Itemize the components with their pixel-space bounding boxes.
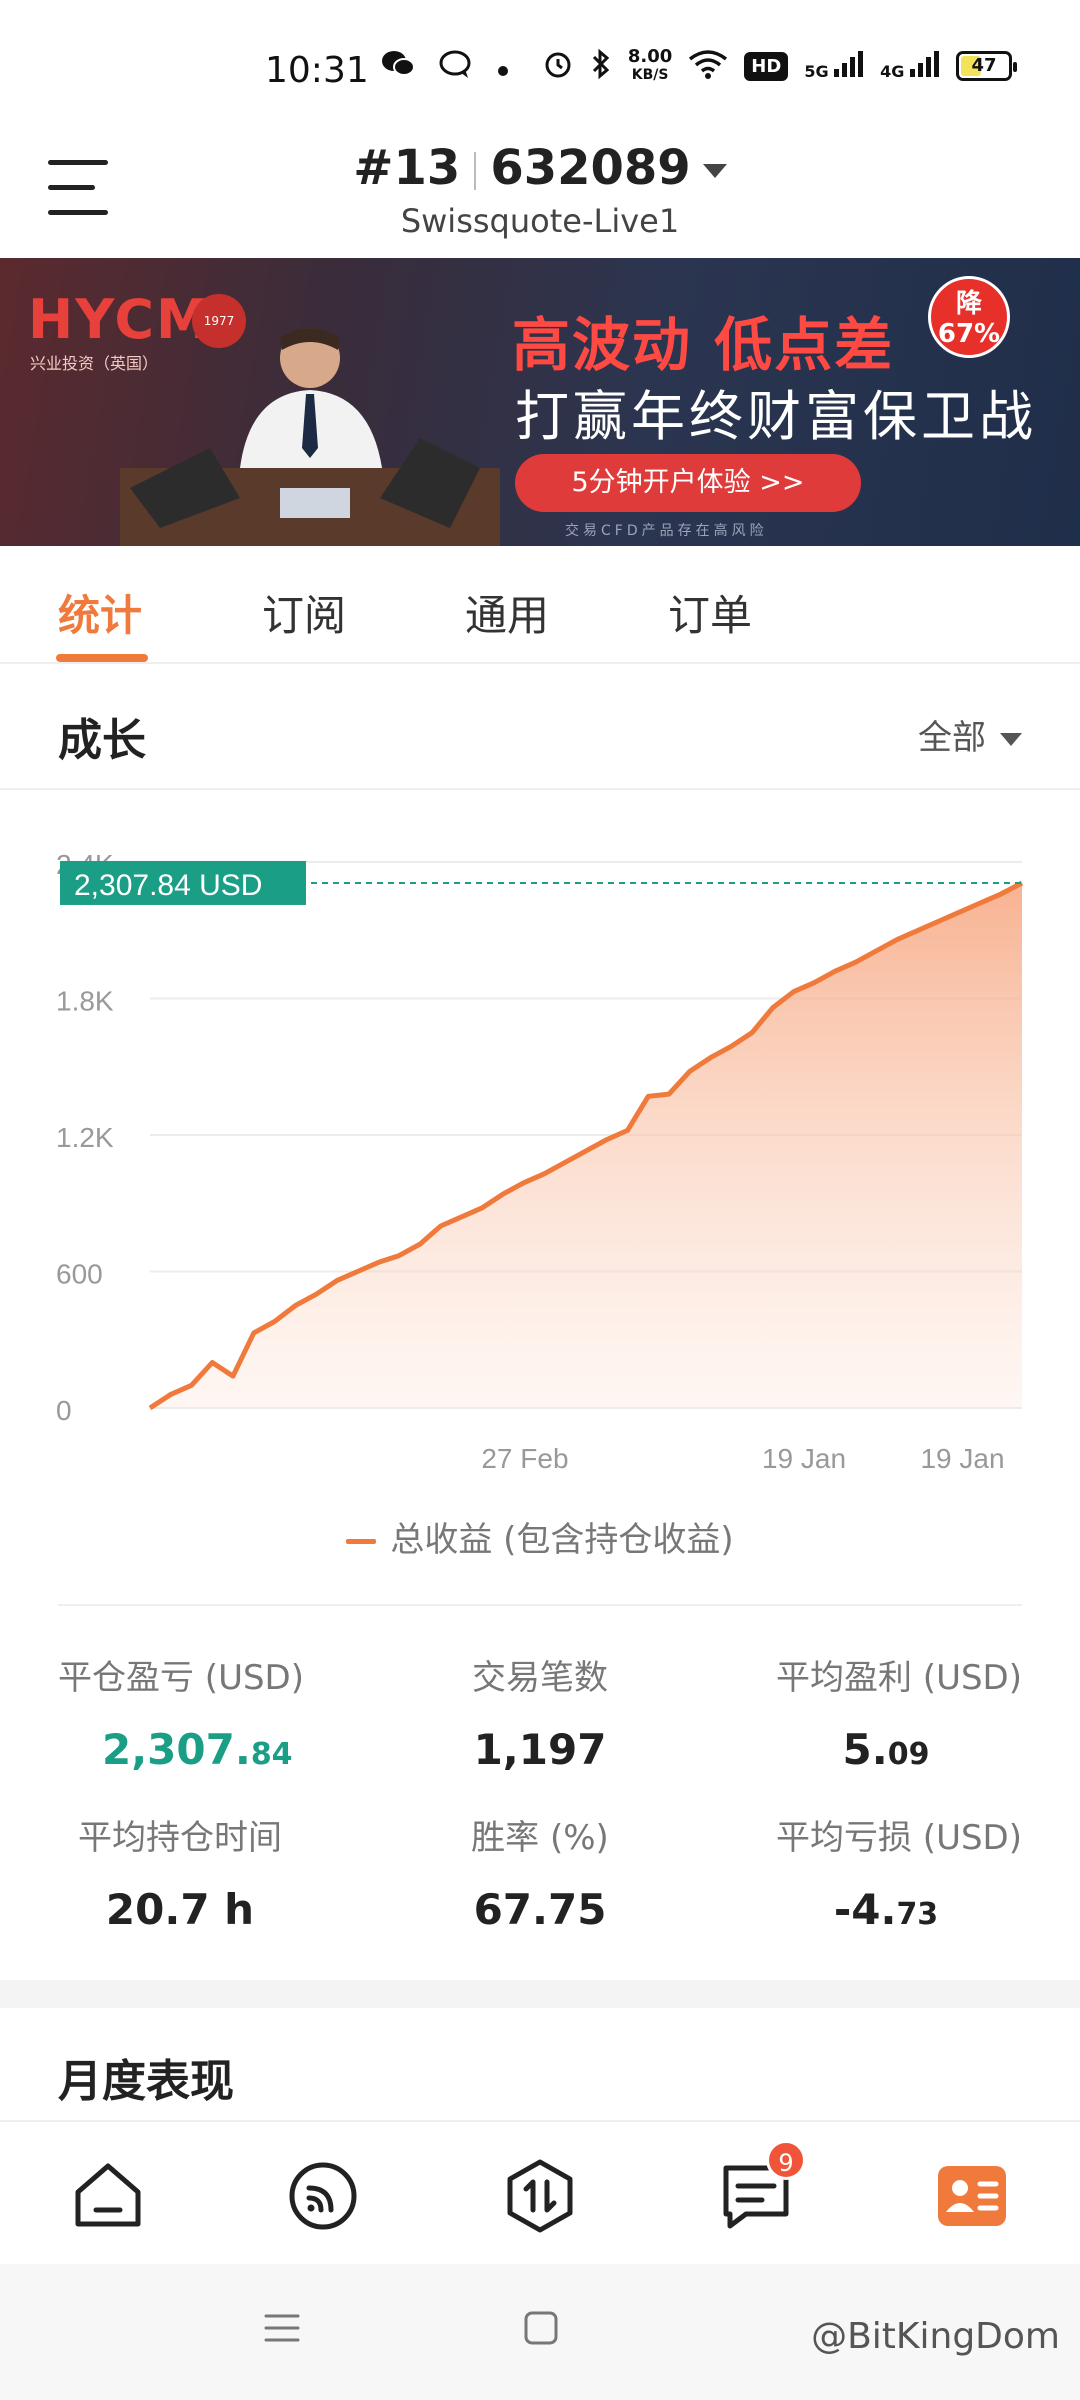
y-tick-label: 1.8K <box>56 986 114 1017</box>
section-gap <box>0 1980 1080 2008</box>
home-icon <box>75 2163 141 2227</box>
nav-feed[interactable] <box>285 2158 361 2234</box>
stat-item: 平仓盈亏 (USD) 2,307.84 <box>58 1650 308 1774</box>
stat-label: 平均亏损 (USD) <box>776 1818 1022 1858</box>
y-tick-label: 1.2K <box>56 1122 114 1153</box>
stats-grid: 平仓盈亏 (USD) 2,307.84 交易笔数 1,197 平均盈利 (USD) 5.0… <box>0 1620 1080 1980</box>
stat-label: 平均盈利 (USD) <box>776 1658 1022 1698</box>
status-time: 10:31 <box>265 50 369 91</box>
growth-chart: 06001.2K1.8K2.4K2,307.84 USD27 Feb19 Jan… <box>0 790 1080 1570</box>
wechat-icon <box>380 48 416 88</box>
profile-icon <box>938 2166 1006 2226</box>
app-header: #13 632089 Swissquote-Live1 <box>0 130 1080 258</box>
tab-bar: 统计 订阅 通用 订单 <box>0 546 1080 664</box>
status-notification-icons <box>380 48 510 88</box>
account-id: 632089 <box>490 140 691 196</box>
series-area <box>150 883 1022 1408</box>
growth-chart-svg: 06001.2K1.8K2.4K2,307.84 USD27 Feb19 Jan… <box>56 849 1024 1474</box>
stat-label: 胜率 (%) <box>471 1818 609 1858</box>
status-bar: 10:31 8.00 KB/S HD 5G 4G 47 <box>0 0 1080 130</box>
x-tick-label: 27 Feb <box>481 1443 568 1474</box>
legend-swatch <box>346 1539 377 1544</box>
messages-badge: 9 <box>766 2140 806 2180</box>
legend-label: 总收益 (包含持仓收益) <box>390 1520 734 1560</box>
status-system-icons: 8.00 KB/S HD 5G 4G 47 <box>542 46 1017 84</box>
x-tick-label: 19 Jan <box>762 1443 846 1474</box>
account-selector[interactable]: #13 632089 <box>0 140 1080 196</box>
tab-statistics[interactable]: 统计 <box>58 582 142 643</box>
signal-4g: 4G <box>880 51 940 81</box>
stat-value: 1,197 <box>473 1725 607 1774</box>
bluetooth-icon <box>590 48 612 84</box>
active-tab-indicator <box>56 654 148 662</box>
banner-discount-badge: 降 67% <box>928 276 1010 358</box>
nav-messages[interactable]: 9 <box>718 2140 806 2234</box>
stat-item: 胜率 (%) 67.75 <box>375 1810 705 1934</box>
tab-general[interactable]: 通用 <box>465 582 549 643</box>
section-title: 成长 <box>58 715 146 766</box>
chevron-down-icon <box>702 164 727 178</box>
stat-label: 平仓盈亏 (USD) <box>58 1658 304 1698</box>
tab-subscribe[interactable]: 订阅 <box>262 582 346 643</box>
bottom-nav: 9 <box>0 2120 1080 2264</box>
nav-home[interactable] <box>70 2158 146 2234</box>
banner-subline: 打赢年终财富保卫战 <box>515 385 1037 448</box>
stat-item: 平均盈利 (USD) 5.09 <box>690 1650 1022 1774</box>
feed-icon <box>289 2162 357 2230</box>
divider <box>58 1604 1022 1606</box>
banner-headline: 高波动 低点差 <box>512 311 895 379</box>
alarm-icon <box>542 48 574 84</box>
chat-icon <box>438 48 474 88</box>
stat-label: 交易笔数 <box>472 1658 608 1698</box>
home-button[interactable] <box>521 2308 561 2352</box>
network-speed: 8.00 KB/S <box>627 46 673 84</box>
nav-trade[interactable] <box>502 2158 578 2234</box>
chart-legend: 总收益 (包含持仓收益) <box>0 1512 1080 1561</box>
nav-profile[interactable] <box>934 2158 1010 2234</box>
stat-value: 20.7 h <box>105 1885 255 1934</box>
tab-orders[interactable]: 订单 <box>668 582 752 643</box>
x-tick-label: 19 Jan <box>920 1443 1004 1474</box>
y-tick-label: 600 <box>56 1259 103 1290</box>
banner-cta-button[interactable]: 5分钟开户体验 >> <box>515 454 861 512</box>
stat-value: 5.09 <box>842 1725 930 1774</box>
signal-5g: 5G <box>804 51 864 81</box>
trade-icon <box>507 2159 573 2233</box>
stat-value: 2,307.84 <box>102 1725 293 1774</box>
banner-person-illustration <box>120 328 500 546</box>
chevron-down-icon <box>1000 733 1022 746</box>
range-selector[interactable]: 全部 <box>918 710 1022 759</box>
ad-banner[interactable]: HYCM 兴业投资（英国） 1977 高波动 低点差 打赢年终财富保卫战 降 6… <box>0 258 1080 546</box>
account-number: #13 <box>353 140 461 196</box>
square-icon <box>524 2311 558 2345</box>
banner-disclaimer: 交易CFD产品存在高风险 <box>565 523 768 539</box>
y-tick-label: 0 <box>56 1395 72 1426</box>
current-value-label: 2,307.84 USD <box>74 869 262 902</box>
watermark: @BitKingDom <box>811 2316 1060 2357</box>
stat-value: 67.75 <box>473 1885 607 1934</box>
wifi-icon <box>688 49 728 83</box>
stat-item: 平均持仓时间 20.7 h <box>45 1810 315 1934</box>
recent-apps-button[interactable] <box>262 2308 302 2352</box>
growth-section-header: 成长 全部 <box>0 674 1080 790</box>
hd-icon: HD <box>744 51 789 81</box>
battery-icon: 47 <box>956 51 1017 81</box>
menu-lines-icon <box>264 2314 300 2342</box>
stat-label: 平均持仓时间 <box>78 1818 282 1858</box>
stat-item: 平均亏损 (USD) -4.73 <box>690 1810 1022 1934</box>
server-name: Swissquote-Live1 <box>400 202 680 240</box>
stat-value: -4.73 <box>833 1885 939 1934</box>
dot-icon <box>496 51 510 86</box>
system-nav-bar: @BitKingDom <box>0 2264 1080 2400</box>
monthly-performance-title: 月度表现 <box>58 2056 234 2107</box>
stat-item: 交易笔数 1,197 <box>375 1650 705 1774</box>
